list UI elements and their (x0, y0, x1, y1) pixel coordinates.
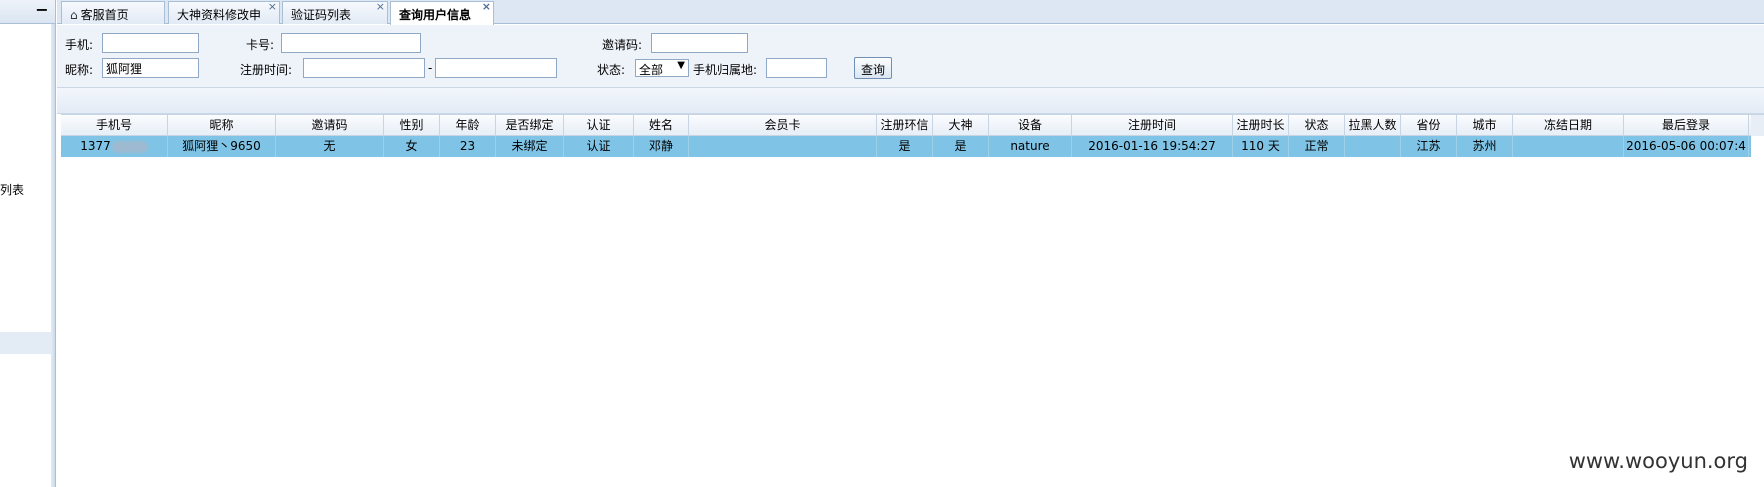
cell-verified: 认证 (564, 136, 634, 157)
column-header[interactable]: 拉黑人数 (1345, 115, 1401, 135)
watermark: www.wooyun.org (1568, 449, 1748, 473)
tab-label: 客服首页 (80, 8, 129, 22)
tab-home[interactable]: ⌂ 客服首页 (61, 1, 165, 24)
tab-bar: ⌂ 客服首页 大神资料修改申 × 验证码列表 × 查询用户信息 × (57, 0, 1764, 25)
close-icon[interactable]: × (376, 1, 385, 12)
column-header[interactable]: 状态 (1289, 115, 1345, 135)
dropdown-arrow-icon: ▼ (677, 60, 685, 71)
tab-captcha-list[interactable]: 验证码列表 × (282, 1, 388, 24)
cell-status: 正常 (1289, 136, 1345, 157)
cell-last-login: 2016-05-06 00:07:4 (1624, 136, 1749, 157)
column-header[interactable]: 城市 (1457, 115, 1513, 135)
tab-god-profile-edit[interactable]: 大神资料修改申 × (168, 1, 280, 24)
phone-region-input[interactable] (766, 58, 827, 78)
cell-city: 苏州 (1457, 136, 1513, 157)
grid-toolbar (57, 87, 1764, 114)
query-button[interactable]: 查询 (854, 57, 893, 79)
sidebar-item-list[interactable]: 列表 (0, 181, 24, 198)
column-header[interactable]: 注册时长 (1233, 115, 1289, 135)
column-header[interactable]: 冻结日期 (1513, 115, 1624, 135)
column-header[interactable]: 大神 (933, 115, 989, 135)
nickname-input[interactable] (102, 58, 199, 78)
collapse-icon[interactable]: − (35, 2, 49, 18)
nickname-label: 昵称: (65, 63, 94, 77)
cell-gender: 女 (384, 136, 440, 157)
column-header[interactable]: 性别 (384, 115, 440, 135)
invite-code-input[interactable] (651, 33, 748, 53)
cell-bound: 未绑定 (496, 136, 564, 157)
column-header[interactable]: 省份 (1401, 115, 1457, 135)
phone-value: 1377 (80, 139, 111, 153)
column-header[interactable]: 邀请码 (276, 115, 384, 135)
cell-freeze-date (1513, 136, 1624, 157)
register-time-end-input[interactable] (435, 58, 557, 78)
sidebar-item-selected[interactable] (0, 332, 51, 354)
column-header[interactable]: 认证 (564, 115, 634, 135)
grid-header-filler (1751, 114, 1764, 136)
tab-label: 查询用户信息 (399, 8, 472, 22)
status-label: 状态: (597, 63, 626, 77)
column-header[interactable]: 最后登录 (1624, 115, 1749, 135)
cell-huanxin: 是 (877, 136, 933, 157)
search-form: 手机: 卡号: 邀请码: 昵称: 注册时间: - 状态: 全部 ▼ 手机归属地:… (57, 25, 1764, 87)
tab-label: 验证码列表 (291, 8, 352, 22)
cell-god: 是 (933, 136, 989, 157)
close-icon[interactable]: × (268, 1, 277, 12)
cell-name: 邓静 (634, 136, 689, 157)
column-header[interactable]: 会员卡 (689, 115, 877, 135)
column-header[interactable]: 手机号 (61, 115, 168, 135)
phone-input[interactable] (102, 33, 199, 53)
register-time-label: 注册时间: (240, 63, 293, 77)
phone-label: 手机: (65, 38, 94, 52)
cell-province: 江苏 (1401, 136, 1457, 157)
cell-device: nature (989, 136, 1072, 157)
close-icon[interactable]: × (482, 1, 491, 12)
date-range-separator: - (428, 61, 433, 75)
grid-header: 手机号 昵称 邀请码 性别 年龄 是否绑定 认证 姓名 会员卡 注册环信 大神 … (61, 114, 1751, 136)
cell-blacklist-count (1345, 136, 1401, 157)
table-row[interactable]: 1377 狐阿狸丶9650 无 女 23 未绑定 认证 邓静 是 是 natur… (61, 136, 1751, 157)
home-icon: ⌂ (70, 8, 78, 22)
card-label: 卡号: (246, 38, 275, 52)
column-header[interactable]: 姓名 (634, 115, 689, 135)
column-header[interactable]: 注册环信 (877, 115, 933, 135)
cell-register-duration: 110 天 (1233, 136, 1289, 157)
column-header[interactable]: 年龄 (440, 115, 496, 135)
column-header[interactable]: 设备 (989, 115, 1072, 135)
column-header[interactable]: 是否绑定 (496, 115, 564, 135)
register-time-start-input[interactable] (303, 58, 425, 78)
status-select-value: 全部 (639, 63, 664, 77)
sidebar-header: − (0, 0, 55, 24)
cell-phone: 1377 (61, 136, 168, 157)
tab-label: 大神资料修改申 (177, 8, 262, 22)
phone-region-label: 手机归属地: (693, 63, 758, 77)
cell-invite-code: 无 (276, 136, 384, 157)
status-select[interactable]: 全部 ▼ (635, 59, 689, 77)
column-header[interactable]: 注册时间 (1072, 115, 1233, 135)
cell-age: 23 (440, 136, 496, 157)
cell-register-time: 2016-01-16 19:54:27 (1072, 136, 1233, 157)
cell-nickname: 狐阿狸丶9650 (168, 136, 276, 157)
sidebar-splitter[interactable] (51, 24, 55, 487)
left-sidebar: − 列表 (0, 0, 56, 487)
card-input[interactable] (281, 33, 421, 53)
column-header[interactable]: 昵称 (168, 115, 276, 135)
tab-query-user-info[interactable]: 查询用户信息 × (390, 1, 494, 25)
invite-code-label: 邀请码: (602, 38, 643, 52)
user-info-grid: 手机号 昵称 邀请码 性别 年龄 是否绑定 认证 姓名 会员卡 注册环信 大神 … (61, 114, 1751, 157)
cell-member-card (689, 136, 877, 157)
redaction-mask (111, 140, 148, 153)
